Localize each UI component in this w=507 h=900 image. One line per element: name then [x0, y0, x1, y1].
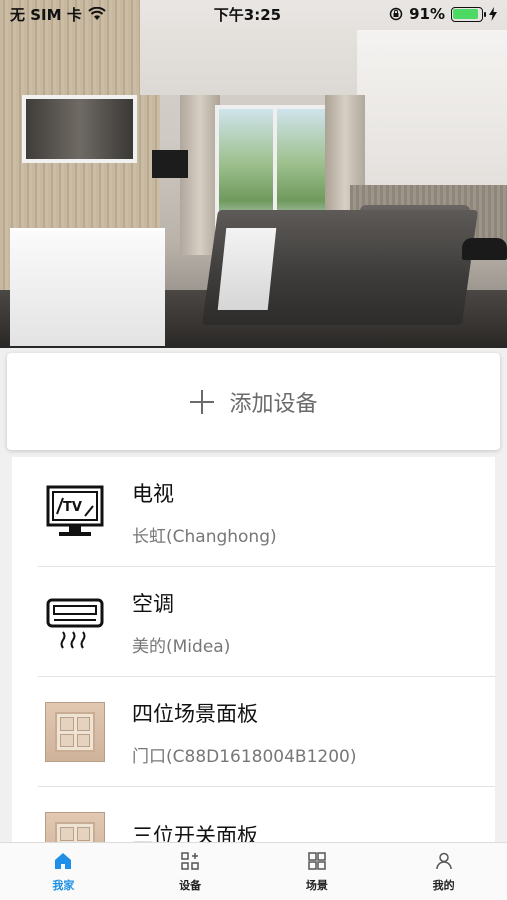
add-device-button[interactable]: 添加设备 [7, 353, 500, 450]
scene-panel-icon [44, 701, 106, 763]
home-icon [55, 852, 72, 869]
battery-icon [450, 6, 486, 22]
device-brand: 美的(Midea) [132, 636, 231, 657]
wifi-icon [88, 7, 106, 20]
hero-banner-image [0, 0, 507, 348]
bottom-tab-bar: 我家 设备 场景 我的 [0, 842, 507, 900]
device-item-scene-panel[interactable]: 四位场景面板 门口(C88D1618004B1200) [12, 677, 495, 787]
add-device-label: 添加设备 [229, 391, 318, 417]
device-location: 门口(C88D1618004B1200) [132, 746, 357, 767]
tab-devices[interactable]: 设备 [127, 843, 254, 900]
user-icon [435, 852, 452, 869]
tab-home[interactable]: 我家 [0, 843, 127, 900]
tab-label: 我家 [52, 878, 75, 892]
device-icon [181, 851, 199, 870]
tab-label: 设备 [179, 878, 202, 892]
tab-label: 我的 [432, 878, 455, 892]
tab-scenes[interactable]: 场景 [254, 843, 381, 900]
carrier-label: 无 SIM 卡 [10, 5, 82, 24]
device-name: 空调 [132, 591, 174, 616]
tv-icon: TV [44, 481, 106, 543]
charging-icon [488, 7, 497, 21]
orientation-lock-icon [389, 7, 403, 21]
device-item-tv[interactable]: TV 电视 长虹(Changhong) [12, 457, 495, 567]
battery-percent: 91% [409, 5, 445, 23]
device-name: 电视 [132, 481, 174, 506]
svg-text:TV: TV [63, 500, 82, 515]
plus-icon [189, 389, 215, 415]
status-time: 下午3:25 [213, 5, 282, 24]
switch-panel-icon [44, 811, 106, 842]
scene-icon [308, 851, 326, 870]
tab-label: 场景 [305, 878, 328, 892]
tab-mine[interactable]: 我的 [380, 843, 507, 900]
air-conditioner-icon [44, 591, 106, 653]
device-item-switch-panel[interactable]: 三位开关面板 [12, 787, 495, 842]
status-bar: 无 SIM 卡 下午3:25 91% [0, 0, 507, 28]
device-brand: 长虹(Changhong) [132, 526, 277, 547]
device-name: 四位场景面板 [132, 701, 258, 726]
device-name: 三位开关面板 [132, 824, 258, 842]
device-item-air-conditioner[interactable]: 空调 美的(Midea) [12, 567, 495, 677]
device-list: TV 电视 长虹(Changhong) 空调 美的(Midea) 四位场景面板 … [12, 457, 495, 842]
